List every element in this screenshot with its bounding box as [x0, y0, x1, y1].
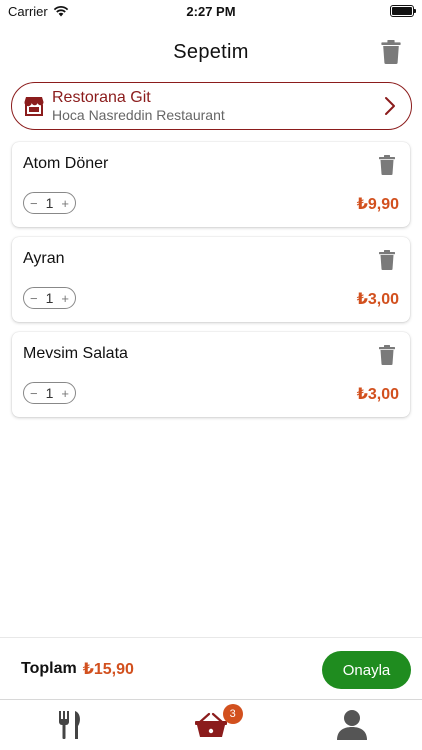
battery-icon: [390, 5, 416, 17]
fork-knife-icon: [59, 711, 81, 739]
tab-bar: 3: [0, 699, 422, 750]
item-price: ₺9,90: [356, 196, 399, 213]
nav-bar: Sepetim: [0, 30, 422, 74]
cart-list: Atom Döner − 1 + ₺9,90 Ayran − 1 + ₺3,00…: [12, 142, 410, 427]
item-name: Atom Döner: [23, 155, 109, 172]
restaurant-name: Hoca Nasreddin Restaurant: [52, 107, 225, 124]
wifi-icon: [53, 6, 68, 17]
total-label: Toplam: [21, 659, 77, 677]
go-to-restaurant-button[interactable]: Restorana Git Hoca Nasreddin Restaurant: [11, 82, 412, 130]
quantity-stepper: − 1 +: [23, 382, 76, 404]
status-bar: Carrier 2:27 PM: [0, 0, 422, 22]
item-name: Ayran: [23, 250, 65, 267]
quantity-value: 1: [45, 195, 54, 211]
quantity-value: 1: [45, 385, 54, 401]
trash-icon[interactable]: [378, 345, 396, 365]
store-icon: [24, 97, 44, 116]
status-time: 2:27 PM: [186, 3, 236, 19]
tab-menu[interactable]: [0, 700, 141, 750]
cart-item: Mevsim Salata − 1 + ₺3,00: [12, 332, 410, 417]
quantity-value: 1: [45, 290, 54, 306]
total-value: ₺15,90: [82, 660, 134, 678]
item-price: ₺3,00: [356, 291, 399, 308]
restaurant-link-label: Restorana Git: [52, 88, 151, 106]
tab-profile[interactable]: [281, 700, 422, 750]
cart-item: Atom Döner − 1 + ₺9,90: [12, 142, 410, 227]
increment-button[interactable]: +: [61, 197, 69, 210]
cart-badge: 3: [222, 704, 243, 724]
trash-icon[interactable]: [380, 40, 402, 64]
decrement-button[interactable]: −: [30, 197, 38, 210]
item-price: ₺3,00: [356, 386, 399, 403]
cart-item: Ayran − 1 + ₺3,00: [12, 237, 410, 322]
quantity-stepper: − 1 +: [23, 192, 76, 214]
item-name: Mevsim Salata: [23, 345, 128, 362]
page-title: Sepetim: [173, 40, 249, 63]
increment-button[interactable]: +: [61, 292, 69, 305]
quantity-stepper: − 1 +: [23, 287, 76, 309]
total-bar: Toplam ₺15,90 Onayla: [0, 637, 422, 699]
user-icon: [336, 710, 367, 740]
confirm-button[interactable]: Onayla: [322, 651, 411, 689]
restaurant-text: Restorana Git Hoca Nasreddin Restaurant: [52, 89, 225, 123]
increment-button[interactable]: +: [61, 387, 69, 400]
carrier-label: Carrier: [8, 3, 48, 19]
trash-icon[interactable]: [378, 155, 396, 175]
decrement-button[interactable]: −: [30, 292, 38, 305]
chevron-right-icon: [385, 97, 395, 115]
decrement-button[interactable]: −: [30, 387, 38, 400]
trash-icon[interactable]: [378, 250, 396, 270]
status-left: Carrier: [8, 4, 69, 19]
tab-cart[interactable]: 3: [141, 700, 282, 750]
